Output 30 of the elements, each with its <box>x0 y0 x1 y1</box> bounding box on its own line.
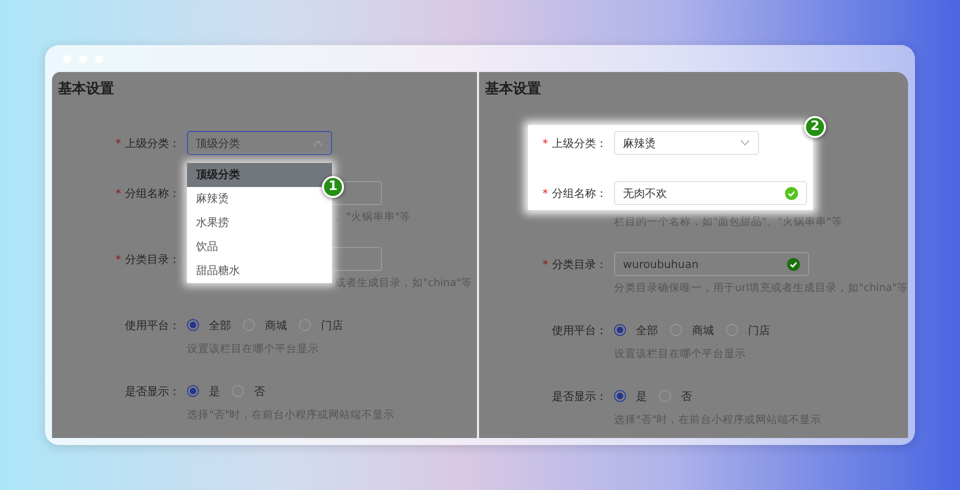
field-label: 分组名称： <box>552 186 608 200</box>
radio-label: 门店 <box>321 318 343 332</box>
radio-label: 商城 <box>265 318 287 332</box>
field-label: 分类目录： <box>552 256 608 272</box>
radio-label: 否 <box>681 388 692 404</box>
field-label: 分组名称： <box>125 186 180 200</box>
required-mark: * <box>542 186 548 200</box>
step-badge: 2 <box>804 116 826 138</box>
radio-label: 全部 <box>636 322 658 338</box>
field-label: 是否显示： <box>552 388 608 404</box>
field-label: 上级分类： <box>552 136 608 150</box>
field-label: 上级分类： <box>125 136 180 150</box>
section-heading: 基本设置 <box>484 80 542 98</box>
section-heading: 基本设置 <box>57 80 115 98</box>
required-mark: * <box>116 186 121 200</box>
required-mark: * <box>116 252 121 266</box>
radio-label: 是 <box>636 388 648 404</box>
required-mark: * <box>116 136 121 150</box>
radio-label: 否 <box>254 384 265 398</box>
radio-label: 是 <box>209 384 220 398</box>
required-mark: * <box>542 258 548 270</box>
radio-label: 门店 <box>748 322 770 338</box>
radio-label: 商城 <box>692 322 714 338</box>
step-badge: 1 <box>322 176 344 198</box>
field-label: 是否显示： <box>125 384 180 398</box>
required-mark: * <box>542 136 548 150</box>
field-label: 分类目录： <box>125 252 180 266</box>
field-label: 使用平台： <box>552 322 608 338</box>
field-label: 使用平台： <box>125 318 180 332</box>
radio-label: 全部 <box>209 318 231 332</box>
